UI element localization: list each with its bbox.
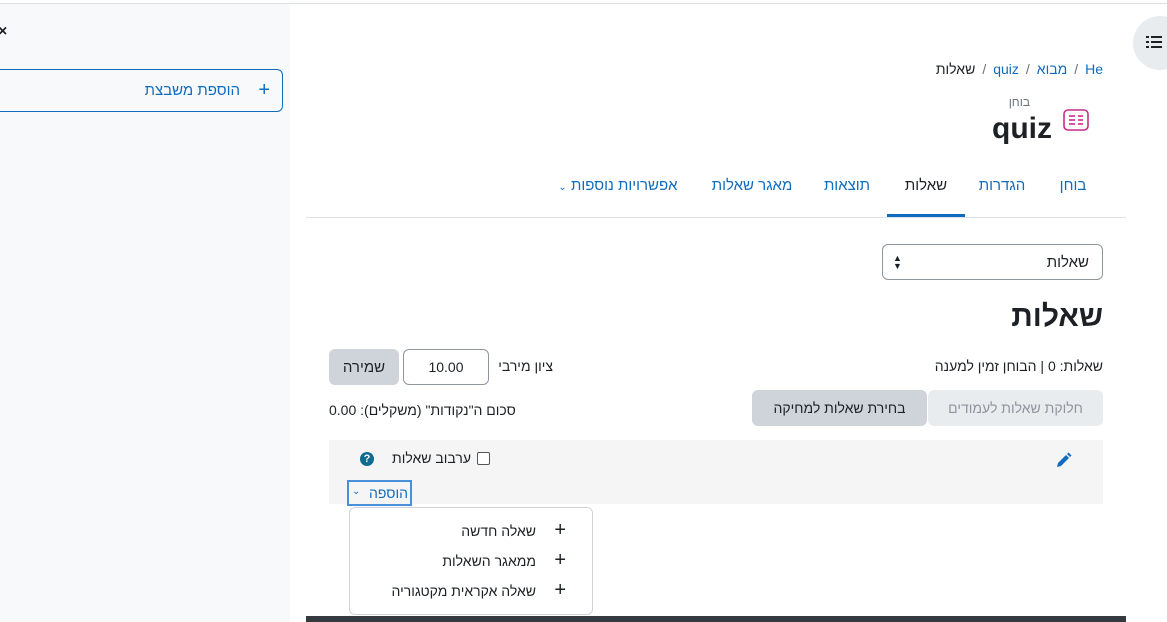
add-label: הוספה (369, 485, 408, 501)
tab-quiz[interactable]: בוחן (1050, 166, 1096, 216)
shuffle-checkbox[interactable] (477, 452, 490, 465)
chevron-down-icon: ⌄ (352, 486, 361, 497)
tab-label: שאלות (904, 177, 948, 194)
select-multiple-button[interactable]: בחירת שאלות למחיקה (752, 390, 927, 426)
breadcrumb-course[interactable]: He (1085, 61, 1103, 77)
chevron-down-icon: ⌄ (558, 182, 567, 193)
plus-icon: + (554, 519, 566, 541)
page-title: quiz (992, 112, 1052, 145)
breadcrumb-separator: / (982, 61, 987, 77)
tab-label: הגדרות (978, 177, 1026, 194)
breadcrumb-quiz[interactable]: quiz (993, 61, 1019, 77)
close-drawer-icon[interactable]: × (0, 22, 12, 42)
module-type-label: בוחן (1008, 95, 1030, 109)
menu-item-from-bank[interactable]: + ממאגר השאלות (350, 546, 592, 576)
breadcrumb-section[interactable]: מבוא (1037, 61, 1067, 77)
select-value: שאלות (1046, 254, 1089, 271)
menu-item-new-question[interactable]: + שאלה חדשה (350, 516, 592, 546)
plus-icon: + (258, 79, 270, 101)
tab-questions[interactable]: שאלות (887, 166, 965, 217)
tab-question-bank[interactable]: מאגר שאלות (704, 166, 800, 216)
save-button[interactable]: שמירה (329, 349, 399, 385)
course-index-button[interactable] (1133, 16, 1167, 70)
menu-item-label: שאלה חדשה (461, 523, 536, 539)
plus-icon: + (554, 579, 566, 601)
breadcrumb-current: שאלות (935, 61, 976, 77)
tab-label: מאגר שאלות (711, 177, 793, 194)
shuffle-label: ערבוב שאלות (392, 450, 471, 466)
breadcrumb-separator: / (1074, 61, 1079, 77)
add-menu: + שאלה חדשה + ממאגר השאלות + שאלה אקראית… (349, 507, 593, 615)
tab-label: אפשרויות נוספות (570, 177, 678, 194)
tab-label: תוצאות (823, 177, 871, 194)
total-marks: סכום ה"נקודות" (משקלים): 0.00 (329, 402, 516, 418)
tab-more[interactable]: אפשרויות נוספות ⌄ (550, 166, 686, 216)
repaginate-button: חלוקת שאלות לעמודים (928, 390, 1103, 426)
max-grade-input[interactable] (403, 349, 489, 385)
breadcrumb: He / מבוא / quiz / שאלות (936, 61, 1103, 77)
tab-results[interactable]: תוצאות (819, 166, 875, 216)
menu-item-label: ממאגר השאלות (442, 553, 536, 569)
add-block-label: הוספת משבצת (144, 82, 240, 99)
questions-heading: שאלות (1011, 300, 1103, 333)
plus-icon: + (554, 549, 566, 571)
list-icon (1146, 36, 1162, 48)
tab-settings[interactable]: הגדרות (972, 166, 1032, 216)
select-arrows-icon: ▲ ▼ (893, 253, 902, 271)
help-icon[interactable]: ? (360, 452, 374, 466)
add-dropdown-button[interactable]: הוספה ⌄ (347, 480, 412, 506)
breadcrumb-separator: / (1025, 61, 1030, 77)
menu-item-random-question[interactable]: + שאלה אקראית מקטגוריה (350, 576, 592, 606)
questions-nav-select[interactable]: שאלות ▲ ▼ (882, 244, 1103, 280)
quiz-info-line: שאלות: 0 | הבוחן זמין למענה (934, 358, 1103, 374)
secondary-navigation: בוחן הגדרות שאלות תוצאות מאגר שאלות אפשר… (306, 166, 1126, 218)
edit-pencil-icon[interactable] (1055, 452, 1072, 469)
tab-label: בוחן (1059, 177, 1087, 194)
max-grade-label: ציון מירבי (498, 358, 553, 374)
menu-item-label: שאלה אקראית מקטגוריה (391, 583, 536, 599)
footer-bar (306, 616, 1126, 622)
add-block-button[interactable]: + הוספת משבצת (0, 69, 283, 112)
quiz-icon (1063, 109, 1089, 131)
